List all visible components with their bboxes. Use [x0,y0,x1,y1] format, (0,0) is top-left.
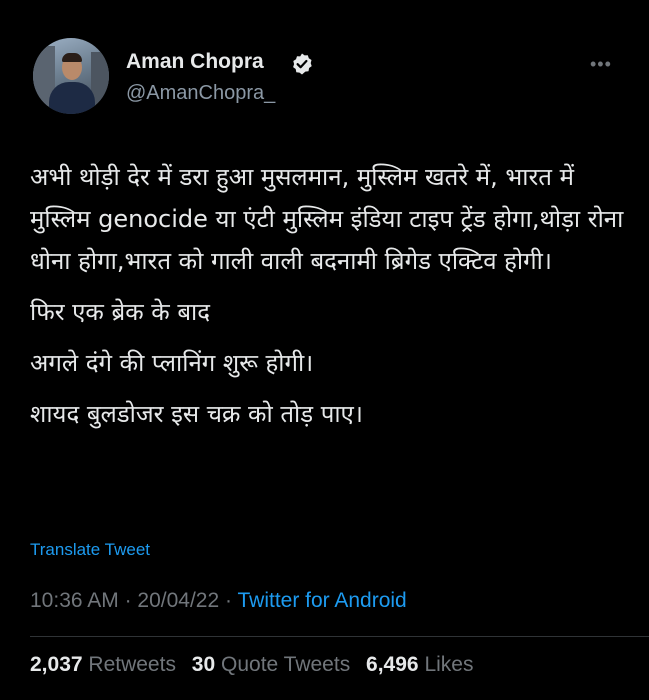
author-display-name[interactable]: Aman Chopra [126,50,264,74]
tweet-card: Aman Chopra @AmanChopra_ ••• अभी थोड़ी द… [0,0,649,700]
likes-stat[interactable]: 6,496 Likes [366,653,473,676]
likes-count: 6,496 [366,653,419,676]
translate-tweet-link[interactable]: Translate Tweet [30,540,150,560]
tweet-time[interactable]: 10:36 AM [30,589,119,612]
tweet-source-link[interactable]: Twitter for Android [237,589,406,612]
retweets-count: 2,037 [30,653,83,676]
meta-separator: · [124,589,132,612]
tweet-paragraph: अगले दंगे की प्लानिंग शुरू होगी। [30,349,314,377]
tweet-metadata: 10:36 AM · 20/04/22 · Twitter for Androi… [30,589,407,613]
verified-badge-icon [293,53,312,75]
tweet-paragraph: शायद बुलडोजर इस चक्र को तोड़ पाए। [30,400,363,428]
tweet-paragraph: फिर एक ब्रेक के बाद [30,298,210,326]
quote-tweets-stat[interactable]: 30 Quote Tweets [192,653,350,676]
more-dots-icon[interactable]: ••• [590,54,612,75]
retweets-label: Retweets [88,653,176,676]
tweet-text: अभी थोड़ी देर में डरा हुआ मुसलमान, मुस्ल… [30,156,630,444]
likes-label: Likes [424,653,474,676]
avatar[interactable] [33,38,109,114]
meta-separator: · [225,589,233,612]
divider [30,636,649,637]
tweet-paragraph: अभी थोड़ी देर में डरा हुआ मुसलमान, मुस्ल… [30,163,624,275]
avatar-person-coat [49,82,95,114]
author-handle[interactable]: @AmanChopra_ [126,82,275,105]
quote-tweets-count: 30 [191,653,216,676]
avatar-person-hair [62,53,82,62]
retweets-stat[interactable]: 2,037 Retweets [30,653,176,676]
tweet-date[interactable]: 20/04/22 [137,589,219,612]
engagement-stats: 2,037 Retweets 30 Quote Tweets 6,496 Lik… [30,653,473,677]
quote-tweets-label: Quote Tweets [221,653,351,676]
